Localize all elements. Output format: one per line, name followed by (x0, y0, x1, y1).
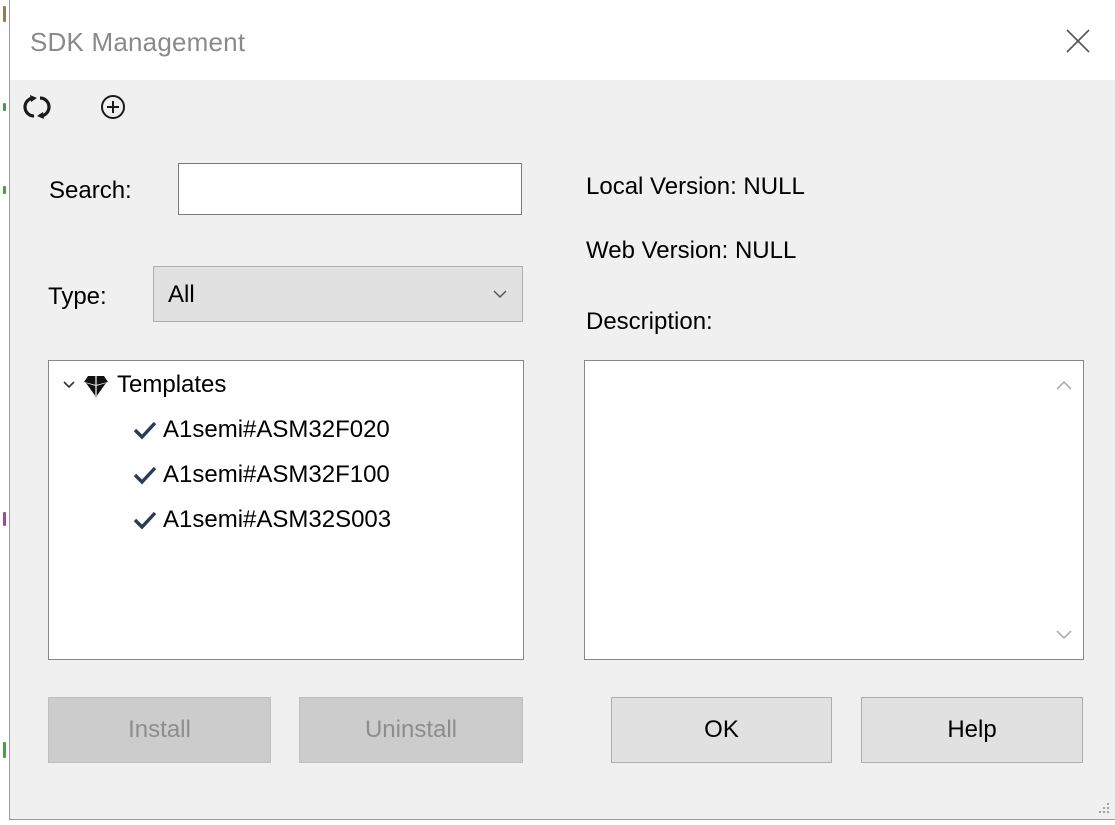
tree-node-label: Templates (117, 371, 227, 398)
search-input[interactable] (178, 163, 522, 215)
local-version-text: Local Version: NULL (586, 173, 805, 200)
web-version-text: Web Version: NULL (586, 237, 797, 264)
type-label: Type: (48, 283, 107, 310)
search-label: Search: (49, 177, 132, 204)
background-mark (3, 186, 6, 194)
tree-node-templates[interactable]: Templates (61, 371, 226, 399)
tree-item-label: A1semi#ASM32F020 (163, 416, 390, 443)
checkmark-icon (133, 511, 157, 530)
ok-button[interactable]: OK (611, 697, 832, 763)
scroll-down-button[interactable] (1053, 625, 1075, 645)
help-button[interactable]: Help (861, 697, 1083, 763)
uninstall-button[interactable]: Uninstall (299, 697, 523, 763)
chevron-expand-icon[interactable] (61, 377, 77, 393)
description-textarea[interactable] (584, 360, 1084, 660)
scroll-up-button[interactable] (1053, 375, 1075, 395)
checkmark-icon (133, 421, 157, 440)
dialog-title: SDK Management (30, 27, 246, 57)
close-button[interactable] (1055, 18, 1101, 64)
background-mark (3, 742, 6, 758)
sdk-tree[interactable]: Templates A1semi#ASM32F020 A1semi#ASM32F… (48, 360, 524, 660)
sdk-diamond-icon (84, 376, 108, 397)
chevron-down-icon (493, 290, 507, 299)
add-sdk-button[interactable] (96, 90, 130, 124)
background-mark (3, 512, 6, 526)
close-icon (1066, 29, 1090, 53)
tree-item-label: A1semi#ASM32F100 (163, 461, 390, 488)
type-dropdown[interactable]: All (153, 266, 523, 322)
tree-item-label: A1semi#ASM32S003 (163, 506, 392, 533)
description-label: Description: (586, 308, 713, 335)
chevron-up-icon (1056, 380, 1072, 390)
tree-item[interactable]: A1semi#ASM32S003 (133, 506, 391, 534)
background-window-edge (0, 0, 9, 825)
background-mark (3, 103, 6, 111)
title-bar[interactable]: SDK Management (10, 0, 1115, 80)
sdk-management-dialog: SDK Management Search: Type: All Templat… (9, 0, 1115, 820)
tree-item[interactable]: A1semi#ASM32F020 (133, 416, 390, 444)
type-selected-value: All (168, 281, 195, 308)
add-circle-icon (101, 95, 125, 119)
refresh-button[interactable] (20, 90, 54, 124)
resize-grip-icon[interactable] (1095, 799, 1111, 815)
checkmark-icon (133, 466, 157, 485)
tree-item[interactable]: A1semi#ASM32F100 (133, 461, 390, 489)
install-button[interactable]: Install (48, 697, 271, 763)
refresh-icon (23, 95, 51, 119)
chevron-down-icon (1056, 630, 1072, 640)
background-mark (3, 6, 6, 22)
